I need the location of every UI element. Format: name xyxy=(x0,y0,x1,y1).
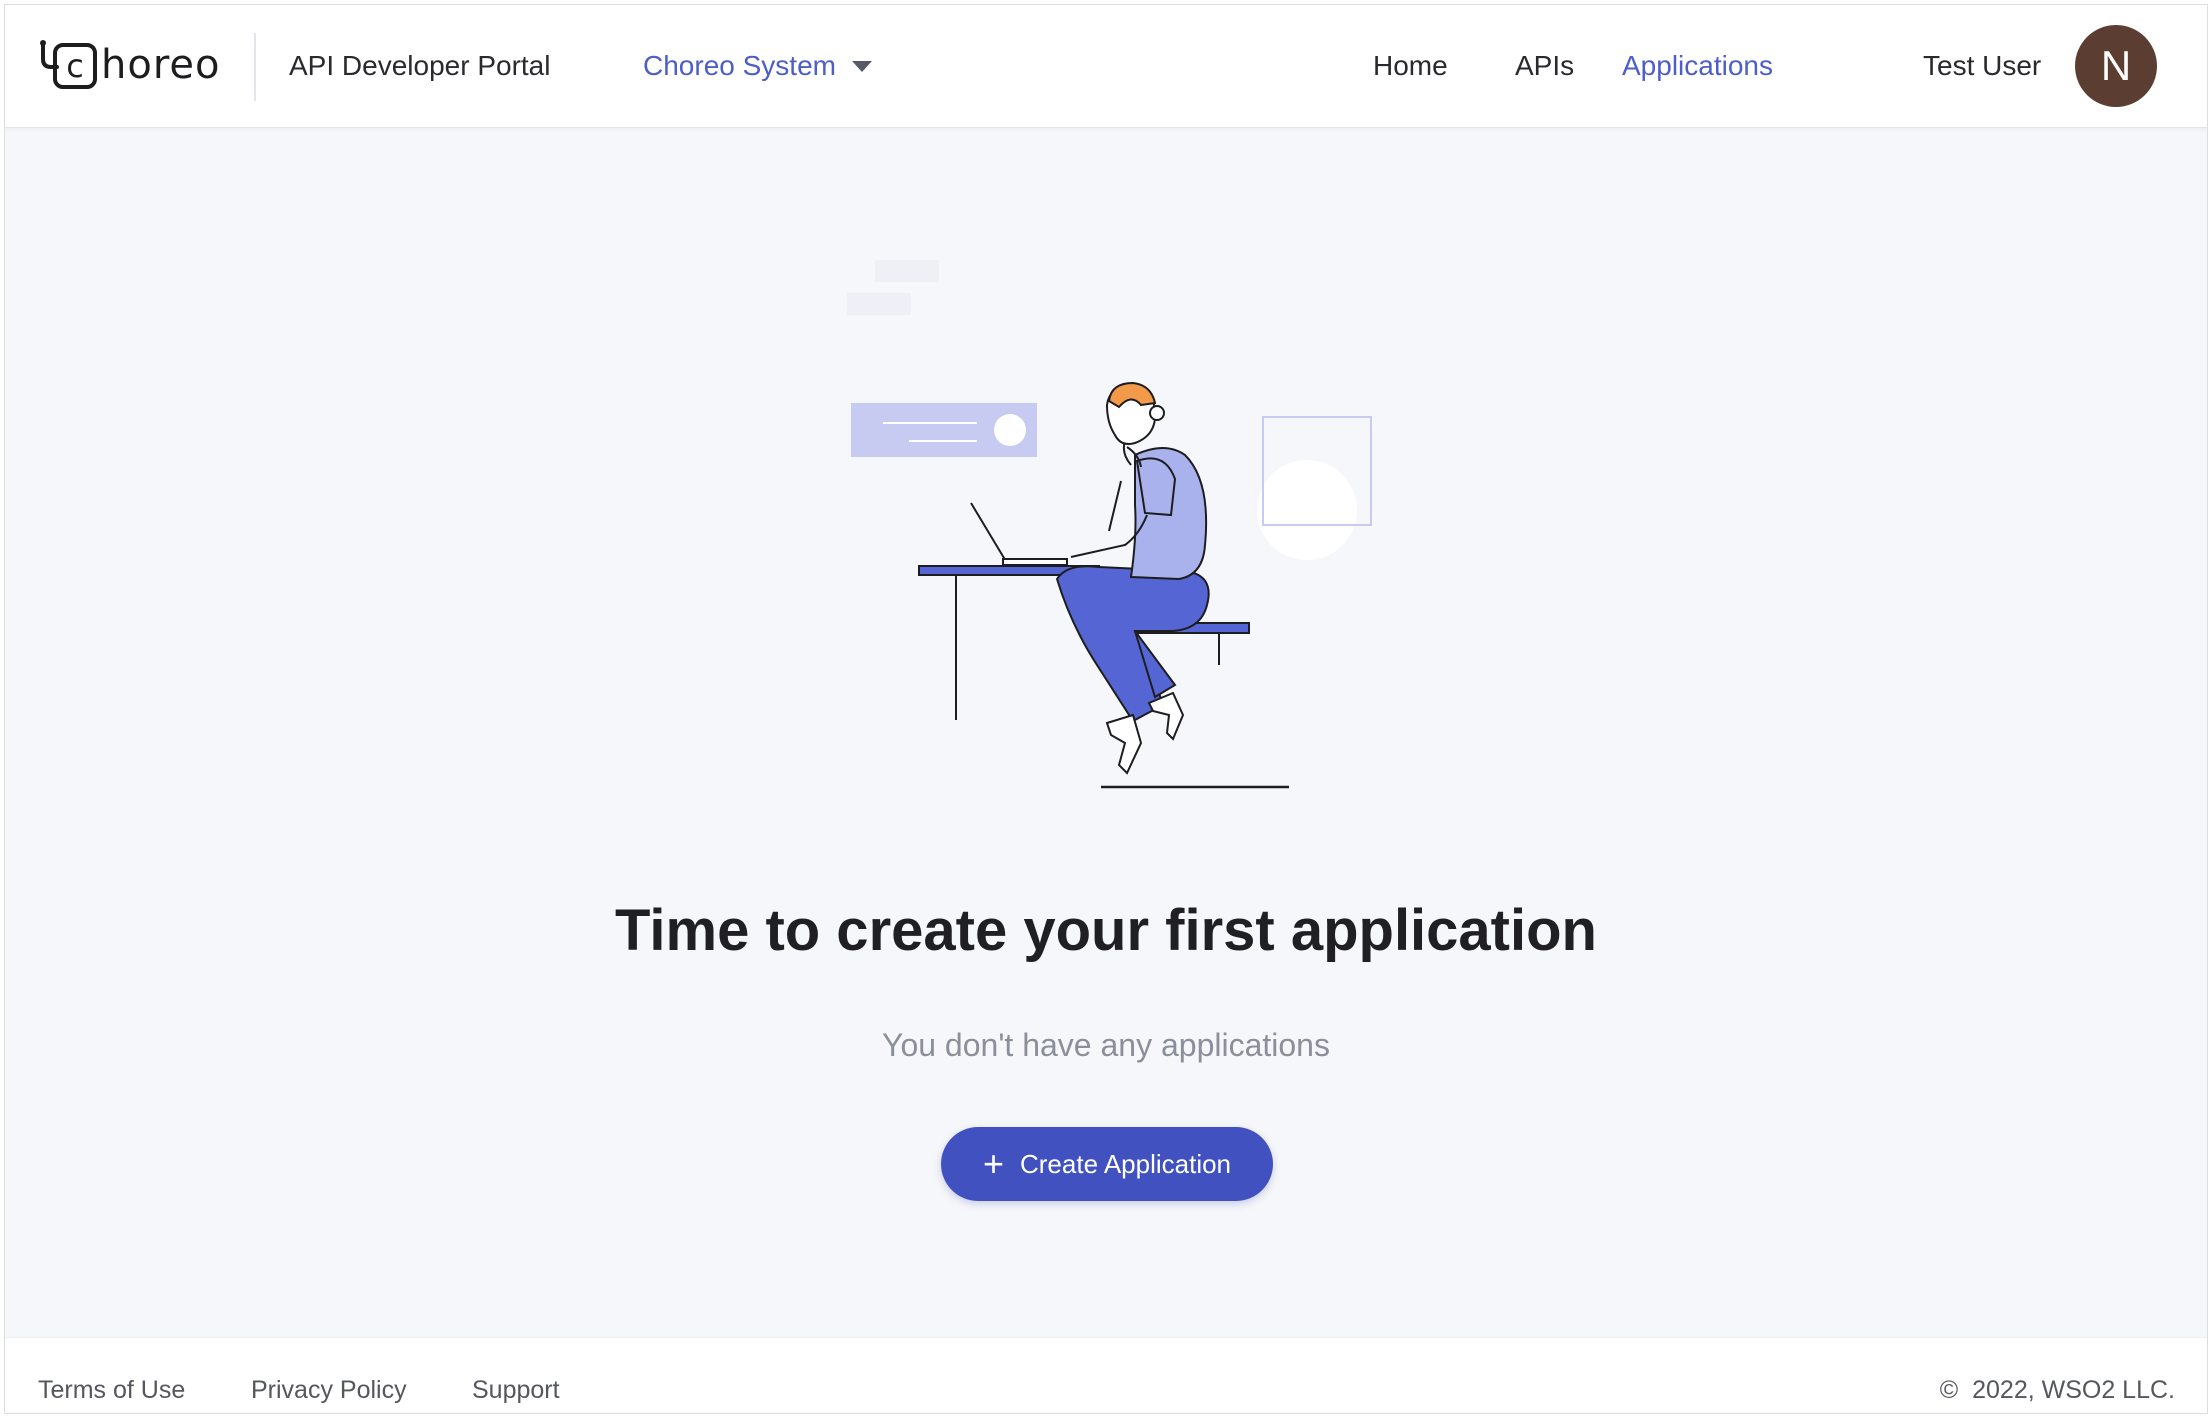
footer-link-terms[interactable]: Terms of Use xyxy=(38,1376,185,1405)
footer: Terms of Use Privacy Policy Support © 20… xyxy=(5,1337,2207,1413)
user-name[interactable]: Test User xyxy=(1923,50,2041,82)
nav-apis[interactable]: APIs xyxy=(1515,50,1574,82)
top-navbar: c horeo API Developer Portal Choreo Syst… xyxy=(5,5,2207,128)
copyright-text: © 2022, WSO2 LLC. xyxy=(1940,1376,2175,1405)
chevron-down-icon xyxy=(851,60,872,72)
plus-icon: + xyxy=(982,1143,1004,1184)
page-title: Time to create your first application xyxy=(615,898,1597,963)
portal-title: API Developer Portal xyxy=(289,50,551,81)
copyright-icon: © xyxy=(1939,1376,1959,1404)
footer-link-privacy[interactable]: Privacy Policy xyxy=(251,1376,407,1405)
organization-selector[interactable]: Choreo System xyxy=(643,50,872,82)
avatar-initial: N xyxy=(2100,42,2132,89)
logo-mark-letter: c xyxy=(66,47,84,85)
header-divider xyxy=(254,33,256,101)
create-application-label: Create Application xyxy=(1020,1148,1232,1179)
person-at-laptop-illustration xyxy=(835,245,1395,805)
nav-applications[interactable]: Applications xyxy=(1622,50,1773,82)
empty-state-message: You don't have any applications xyxy=(882,1027,1330,1063)
app-window: c horeo API Developer Portal Choreo Syst… xyxy=(4,4,2208,1414)
footer-link-support[interactable]: Support xyxy=(472,1376,560,1405)
logo-text: horeo xyxy=(101,42,221,88)
choreo-logo-mark-icon: c xyxy=(37,37,99,93)
organization-selector-value: Choreo System xyxy=(643,50,836,81)
avatar[interactable]: N xyxy=(2075,25,2157,107)
nav-home[interactable]: Home xyxy=(1373,50,1448,82)
copyright-label: 2022, WSO2 LLC. xyxy=(1972,1376,2175,1404)
choreo-logo[interactable]: c horeo xyxy=(37,35,220,95)
create-application-button[interactable]: + Create Application xyxy=(941,1127,1273,1201)
